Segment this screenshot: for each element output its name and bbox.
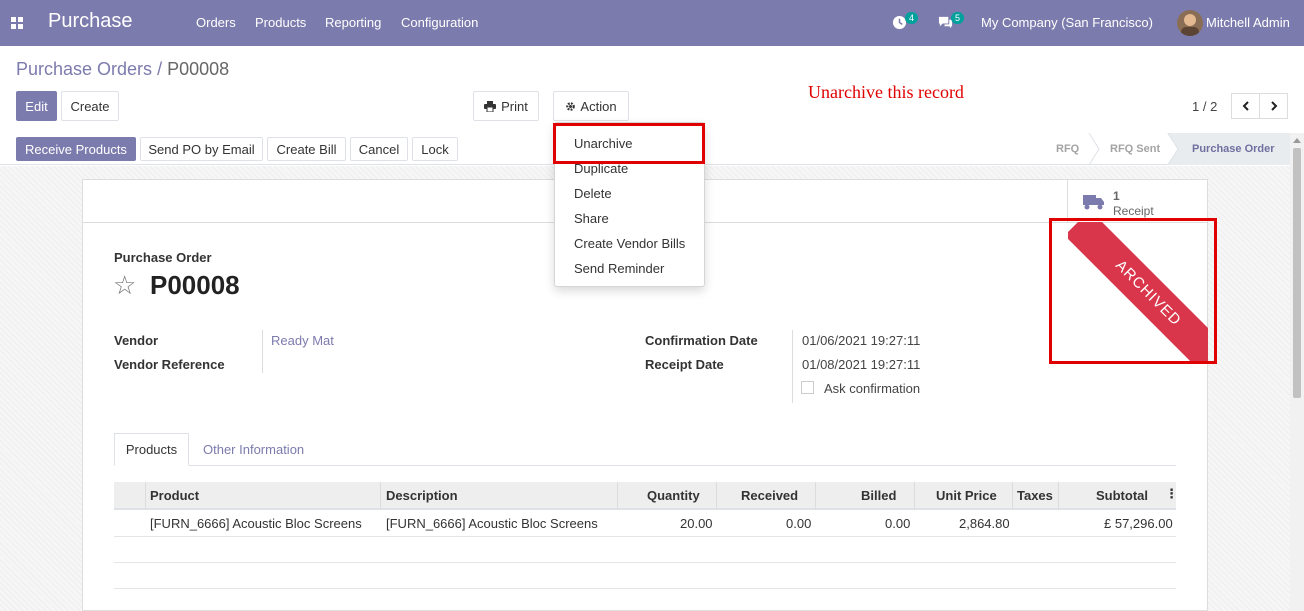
receipt-date-value: 01/08/2021 19:27:11	[802, 357, 921, 372]
col-subtotal[interactable]: Subtotal	[1096, 488, 1148, 503]
breadcrumb-parent[interactable]: Purchase Orders	[16, 59, 152, 79]
po-number: P00008	[150, 270, 240, 300]
menu-item-delete[interactable]: Delete	[574, 186, 612, 201]
pager-previous-button[interactable]	[1231, 93, 1260, 119]
ask-confirmation-checkbox[interactable]	[801, 381, 814, 394]
vendor-link[interactable]: Ready Mat	[271, 333, 334, 348]
user-menu[interactable]: Mitchell Admin	[1206, 15, 1290, 30]
menu-configuration[interactable]: Configuration	[401, 15, 478, 30]
column-separator	[716, 482, 717, 510]
stage-purchase-order: Purchase Order	[1178, 133, 1290, 165]
tab-products[interactable]: Products	[114, 433, 189, 466]
scrollbar-thumb[interactable]	[1293, 148, 1301, 398]
menu-reporting[interactable]: Reporting	[325, 15, 381, 30]
cell-product[interactable]: [FURN_6666] Acoustic Bloc Screens	[150, 516, 362, 531]
apps-menu-icon[interactable]	[11, 17, 23, 29]
cell-billed[interactable]: 0.00	[885, 516, 910, 531]
field-separator	[262, 330, 263, 373]
receipt-count: 1	[1113, 189, 1120, 203]
pager-next-button[interactable]	[1259, 93, 1288, 119]
receipt-label: Receipt	[1113, 204, 1154, 218]
breadcrumb-separator: /	[157, 59, 163, 79]
column-separator	[617, 482, 618, 510]
send-po-email-button[interactable]: Send PO by Email	[140, 137, 263, 161]
cancel-button[interactable]: Cancel	[350, 137, 408, 161]
column-separator	[1012, 482, 1013, 510]
menu-products[interactable]: Products	[255, 15, 306, 30]
print-label: Print	[501, 98, 528, 114]
create-bill-button[interactable]: Create Bill	[267, 137, 346, 161]
stage-purchase-order-label: Purchase Order	[1192, 143, 1275, 155]
highlight-box-ribbon	[1049, 218, 1217, 364]
action-label: Action	[580, 98, 617, 114]
cell-quantity[interactable]: 20.00	[680, 516, 713, 531]
tab-other-information[interactable]: Other Information	[203, 442, 304, 457]
menu-item-create-vendor-bills[interactable]: Create Vendor Bills	[574, 236, 685, 251]
print-icon	[484, 100, 497, 112]
column-separator	[145, 482, 146, 510]
receipt-date-label: Receipt Date	[645, 357, 724, 372]
confirmation-date-value: 01/06/2021 19:27:11	[802, 333, 921, 348]
table-row-divider	[114, 536, 1176, 537]
activity-count-badge: 4	[905, 12, 918, 24]
chevron-left-icon	[1242, 101, 1249, 111]
stage-chevron	[1088, 133, 1100, 165]
column-separator	[380, 482, 381, 510]
action-button[interactable]: Action	[553, 91, 629, 121]
col-quantity[interactable]: Quantity	[647, 488, 700, 503]
vendor-reference-label: Vendor Reference	[114, 357, 225, 372]
edit-button[interactable]: Edit	[16, 91, 57, 121]
col-description[interactable]: Description	[386, 488, 458, 503]
truck-icon	[1083, 195, 1104, 210]
breadcrumb-current: P00008	[167, 59, 230, 79]
lock-button[interactable]: Lock	[412, 137, 458, 161]
menu-orders[interactable]: Orders	[196, 15, 236, 30]
column-separator	[815, 482, 816, 510]
print-button[interactable]: Print	[473, 91, 539, 121]
tabs-border	[114, 465, 1176, 466]
pager-value[interactable]: 1 / 2	[1192, 99, 1217, 114]
ask-confirmation-label: Ask confirmation	[824, 381, 921, 396]
table-row-divider	[114, 588, 1176, 589]
highlight-box-unarchive	[553, 123, 705, 164]
cell-description[interactable]: [FURN_6666] Acoustic Bloc Screens	[386, 516, 598, 531]
column-separator	[914, 482, 915, 510]
col-billed[interactable]: Billed	[861, 488, 896, 503]
create-button[interactable]: Create	[61, 91, 119, 121]
col-taxes[interactable]: Taxes	[1017, 488, 1053, 503]
document-type-label: Purchase Order	[114, 250, 212, 265]
cell-unit-price[interactable]: 2,864.80	[959, 516, 1010, 531]
cell-received[interactable]: 0.00	[786, 516, 811, 531]
col-received[interactable]: Received	[741, 488, 798, 503]
confirmation-date-label: Confirmation Date	[645, 333, 758, 348]
receive-products-button[interactable]: Receive Products	[16, 137, 136, 161]
stage-chevron	[1167, 133, 1179, 165]
app-title[interactable]: Purchase	[48, 10, 133, 33]
company-switcher[interactable]: My Company (San Francisco)	[981, 15, 1153, 30]
column-separator	[1058, 482, 1059, 510]
col-product[interactable]: Product	[150, 488, 199, 503]
star-icon[interactable]: ☆	[113, 270, 136, 301]
cell-subtotal[interactable]: £ 57,296.00	[1104, 516, 1173, 531]
menu-item-send-reminder[interactable]: Send Reminder	[574, 261, 664, 276]
col-unit-price[interactable]: Unit Price	[936, 488, 997, 503]
top-navbar: Purchase Orders Products Reporting Confi…	[0, 0, 1304, 46]
optional-columns-icon[interactable]: ⋮	[1165, 486, 1178, 502]
stage-rfq-sent[interactable]: RFQ Sent	[1110, 143, 1160, 155]
annotation-text: Unarchive this record	[808, 82, 964, 102]
message-count-badge: 5	[951, 12, 964, 24]
menu-item-share[interactable]: Share	[574, 211, 609, 226]
stage-rfq[interactable]: RFQ	[1056, 143, 1079, 155]
vendor-label: Vendor	[114, 333, 159, 348]
field-separator	[792, 330, 793, 403]
breadcrumb: Purchase Orders / P00008	[16, 59, 229, 80]
table-row-divider	[114, 562, 1176, 563]
chevron-right-icon	[1270, 101, 1277, 111]
scroll-up-icon[interactable]	[1293, 137, 1301, 143]
user-avatar[interactable]	[1177, 10, 1203, 36]
gear-icon	[566, 101, 576, 111]
